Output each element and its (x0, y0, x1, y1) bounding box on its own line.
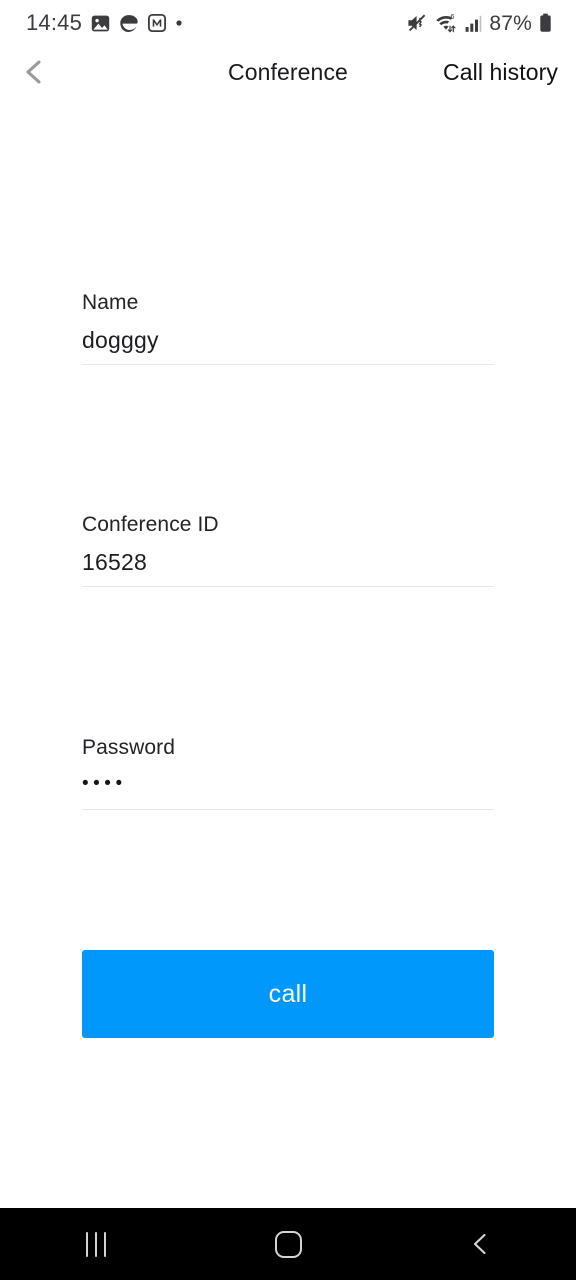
field-underline (82, 809, 494, 810)
disc-notification-icon (120, 14, 138, 32)
app-header: Conference Call history (0, 46, 576, 98)
status-bar: 14:45 6 87% (0, 0, 576, 46)
name-input[interactable]: dogggy (82, 316, 494, 364)
field-label: Password (82, 736, 176, 759)
dot-indicator-icon (176, 20, 182, 26)
cellular-signal-icon (465, 15, 482, 32)
call-history-link[interactable]: Call history (443, 46, 558, 98)
gallery-icon (91, 15, 110, 31)
home-square-icon (274, 1230, 302, 1258)
status-bar-right: 6 87% (407, 13, 552, 34)
messenger-m-icon (148, 14, 167, 32)
field-value-masked: •••• (82, 772, 127, 794)
field-password: Password •••• (82, 735, 494, 810)
field-conference-id: Conference ID 16528 (82, 512, 494, 587)
nav-home-button[interactable] (192, 1208, 384, 1280)
field-label: Conference ID (82, 513, 219, 536)
status-clock: 14:45 (26, 9, 83, 35)
field-name: Name dogggy (82, 290, 494, 365)
field-underline (82, 364, 494, 365)
field-label: Name (82, 291, 139, 314)
call-button[interactable]: call (82, 950, 494, 1038)
field-underline (82, 586, 494, 587)
status-bar-left: 14:45 (26, 9, 183, 35)
nav-recents-button[interactable] (0, 1208, 192, 1280)
password-input[interactable]: •••• (82, 761, 494, 809)
phone-screen: 14:45 6 87% Conference Call history Name… (0, 0, 576, 1280)
wifi-6-icon: 6 (436, 13, 456, 33)
field-value: dogggy (82, 327, 159, 353)
battery-percent-label: 87% (489, 11, 532, 35)
svg-text:6: 6 (451, 13, 455, 21)
battery-icon (540, 13, 551, 32)
nav-back-button[interactable] (384, 1208, 576, 1280)
android-nav-bar (0, 1208, 576, 1280)
field-value: 16528 (82, 549, 147, 575)
chevron-left-icon (473, 1233, 486, 1255)
volume-mute-vibrate-icon (408, 14, 426, 32)
conference-id-input[interactable]: 16528 (82, 538, 494, 586)
conference-form: Name dogggy Conference ID 16528 Password… (0, 98, 576, 1208)
recents-bars-icon (86, 1231, 106, 1257)
